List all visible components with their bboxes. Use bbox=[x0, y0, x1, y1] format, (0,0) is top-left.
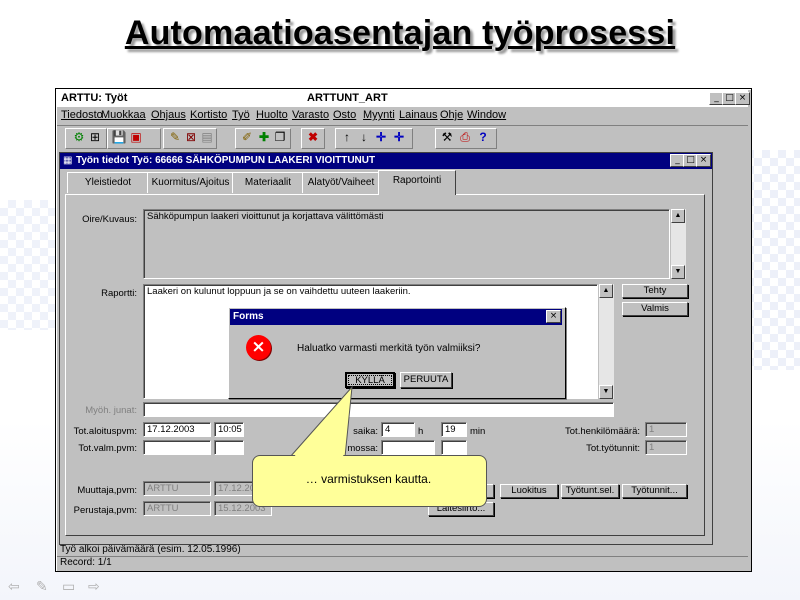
callout-text: … varmistuksen kautta. bbox=[305, 472, 432, 486]
